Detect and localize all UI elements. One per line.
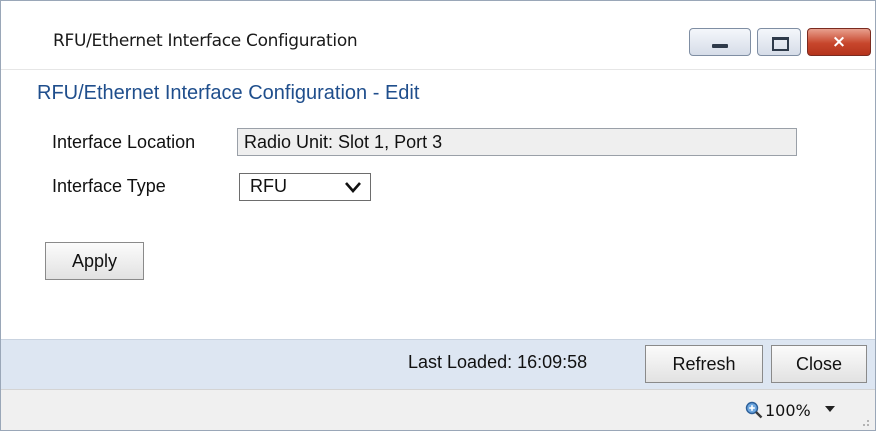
footer-bar: Last Loaded: 16:09:58 Refresh Close: [1, 339, 875, 389]
last-loaded-text: Last Loaded: 16:09:58: [408, 352, 588, 372]
minimize-button[interactable]: [689, 28, 751, 56]
interface-type-select[interactable]: RFU: [239, 173, 371, 201]
close-window-button[interactable]: ×: [807, 28, 871, 56]
interface-type-value: RFU: [250, 176, 287, 196]
refresh-button[interactable]: Refresh: [645, 345, 763, 383]
dialog-window: RFU/Ethernet Interface Configuration × R…: [0, 0, 876, 431]
zoom-dropdown-icon[interactable]: [825, 406, 835, 412]
interface-location-field: Radio Unit: Slot 1, Port 3: [237, 128, 797, 156]
close-button[interactable]: Close: [771, 345, 867, 383]
minimize-icon: [712, 44, 728, 48]
title-bar[interactable]: RFU/Ethernet Interface Configuration ×: [1, 1, 875, 70]
interface-type-label: Interface Type: [52, 176, 166, 196]
zoom-in-icon[interactable]: [745, 401, 763, 419]
window-title: RFU/Ethernet Interface Configuration: [53, 31, 358, 51]
zoom-level[interactable]: 100%: [765, 401, 811, 420]
close-icon: ×: [831, 32, 847, 52]
maximize-icon: [772, 37, 789, 51]
resize-grip-icon[interactable]: [857, 414, 871, 428]
interface-location-label: Interface Location: [52, 132, 196, 152]
section-title: RFU/Ethernet Interface Configuration - E…: [37, 82, 420, 104]
chevron-down-icon: [345, 182, 361, 193]
maximize-button[interactable]: [757, 28, 801, 56]
form-panel: RFU/Ethernet Interface Configuration - E…: [1, 69, 875, 339]
status-bar: 100%: [1, 389, 875, 430]
apply-button[interactable]: Apply: [45, 242, 144, 280]
